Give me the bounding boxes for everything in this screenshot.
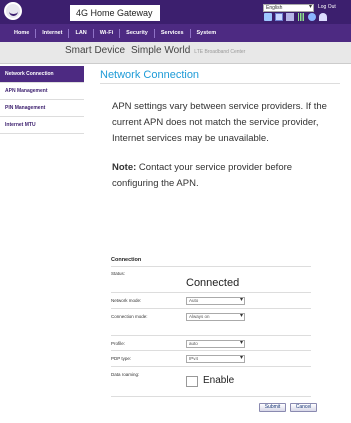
banner-tagline: Smart Device Simple World LTE Broadband Ce… <box>65 45 245 56</box>
nav-lan[interactable]: LAN <box>75 30 86 36</box>
sidebar: Network Connection APN Management PIN Ma… <box>0 66 84 134</box>
sidebar-item-internet-mtu[interactable]: Internet MTU <box>0 117 84 134</box>
note-text: Note: Contact your service provider befo… <box>112 160 334 192</box>
connection-mode-label: Connection mode: <box>111 314 148 319</box>
nav-wifi[interactable]: Wi-Fi <box>100 30 113 36</box>
data-roaming-label: Data roaming: <box>111 372 140 377</box>
nav-security[interactable]: Security <box>126 30 148 36</box>
divider <box>111 396 311 397</box>
profile-label: Profile: <box>111 341 126 346</box>
nav-divider <box>92 28 94 38</box>
pdp-type-select[interactable]: IPv4 <box>186 355 245 363</box>
data-roaming-checkbox[interactable] <box>186 376 198 387</box>
connection-section-title: Connection <box>111 257 142 263</box>
page-title: Network Connection <box>100 66 340 84</box>
status-icons <box>264 13 327 22</box>
divider <box>111 350 311 351</box>
apn-info-text: APN settings vary between service provid… <box>112 101 327 144</box>
globe-icon <box>308 13 316 21</box>
note-body: Contact your service provider before con… <box>112 162 293 189</box>
signal-icon <box>297 13 305 21</box>
divider <box>111 266 311 267</box>
network-mode-select[interactable]: Auto <box>186 297 245 305</box>
nav-divider <box>35 28 37 38</box>
data-roaming-enable-label: Enable <box>203 375 235 386</box>
tagline-lte-center: LTE Broadband Center <box>194 49 246 55</box>
connection-mode-select[interactable]: Always on <box>186 313 245 321</box>
divider <box>111 366 311 367</box>
nav-internet[interactable]: Internet <box>42 30 62 36</box>
profile-select[interactable]: auto <box>186 340 245 348</box>
nav-divider <box>189 28 191 38</box>
nav-home[interactable]: Home <box>14 30 29 36</box>
sidebar-item-pin-management[interactable]: PIN Management <box>0 100 84 117</box>
main-nav: Home Internet LAN Wi-Fi Security Service… <box>0 24 351 42</box>
sidebar-item-network-connection[interactable]: Network Connection <box>0 66 84 83</box>
nav-services[interactable]: Services <box>161 30 184 36</box>
mail-icon[interactable] <box>275 13 283 21</box>
pdp-type-label: PDP type: <box>111 356 132 361</box>
brand-logo-icon <box>4 2 22 20</box>
note-label: Note: <box>112 162 137 173</box>
nav-divider <box>119 28 121 38</box>
network-mode-label: Network mode: <box>111 298 142 303</box>
logout-link[interactable]: Log Out <box>318 4 336 10</box>
banner: Smart Device Simple World LTE Broadband Ce… <box>0 42 351 64</box>
sd-icon <box>286 13 294 21</box>
cancel-button[interactable]: Cancel <box>290 403 317 412</box>
divider <box>111 308 311 309</box>
sim-icon <box>264 13 272 21</box>
product-title: 4G Home Gateway <box>70 5 160 21</box>
language-select[interactable]: English <box>263 4 314 12</box>
tagline-simple-world: Simple World <box>131 45 191 56</box>
nav-system[interactable]: System <box>197 30 217 36</box>
nav-divider <box>68 28 70 38</box>
submit-button[interactable]: Submit <box>259 403 286 412</box>
divider <box>111 335 311 336</box>
status-value: Connected <box>186 277 240 289</box>
top-header-bar: 4G Home Gateway English Log Out <box>0 0 351 24</box>
divider <box>111 292 311 293</box>
main-content: Network Connection APN settings vary bet… <box>100 66 340 192</box>
wifi-icon <box>319 13 327 21</box>
tagline-smart-device: Smart Device <box>65 45 126 56</box>
status-label: Status: <box>111 271 126 276</box>
sidebar-item-apn-management[interactable]: APN Management <box>0 83 84 100</box>
nav-divider <box>153 28 155 38</box>
